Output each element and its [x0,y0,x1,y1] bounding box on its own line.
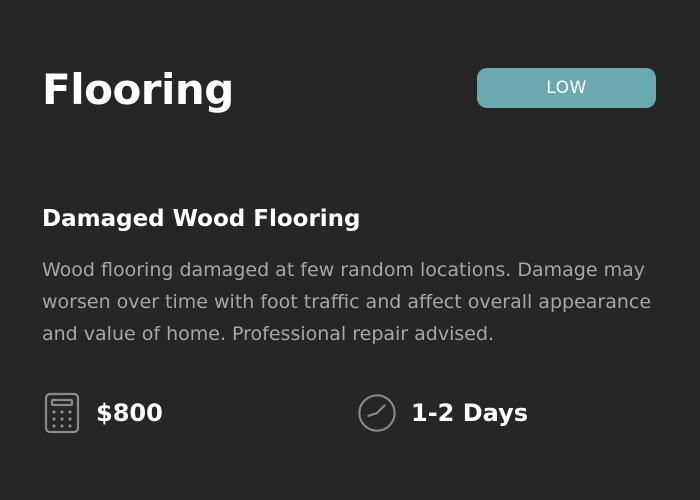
duration-value: 1-2 Days [411,399,529,427]
issue-title: Damaged Wood Flooring [42,206,361,232]
duration-estimate: 1-2 Days [357,392,528,434]
calculator-icon [42,392,82,434]
cost-value: $800 [96,399,163,427]
clock-icon [357,392,397,434]
category-title: Flooring [42,65,234,114]
issue-description: Wood flooring damaged at few random loca… [42,259,652,345]
cost-estimate: $800 [42,392,163,434]
severity-badge: LOW [477,68,656,108]
issue-card: Flooring LOW Damaged Wood Flooring Wood … [0,0,700,500]
